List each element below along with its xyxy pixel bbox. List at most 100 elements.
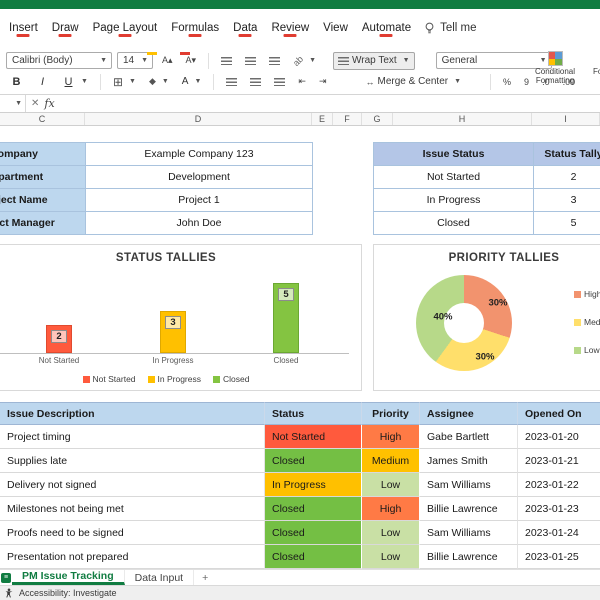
menu-tab-review[interactable]: Review [264, 17, 316, 39]
issue-description-cell[interactable]: Milestones not being met [0, 497, 265, 521]
tally-value-cell[interactable]: 3 [534, 189, 600, 212]
align-right-button[interactable] [270, 73, 289, 91]
issue-opened-on-cell[interactable]: 2023-01-21 [518, 449, 600, 473]
accessibility-status-text[interactable]: Accessibility: Investigate [19, 588, 117, 598]
column-header-G[interactable]: G [362, 113, 393, 125]
issue-status-cell[interactable]: Closed [265, 545, 362, 569]
name-box[interactable]: ▼ [0, 95, 26, 112]
issue-assignee-cell[interactable]: Gabe Bartlett [420, 425, 518, 449]
spreadsheet-grid[interactable]: CompanyExample Company 123DepartmentDeve… [0, 126, 600, 569]
top-align-button[interactable] [217, 52, 236, 70]
align-center-button[interactable] [246, 73, 265, 91]
middle-align-button[interactable] [241, 52, 260, 70]
orientation-button[interactable]: ab ▼ [289, 52, 320, 70]
issue-opened-on-cell[interactable]: 2023-01-25 [518, 545, 600, 569]
issue-status-cell[interactable]: Closed [265, 521, 362, 545]
issue-opened-on-cell[interactable]: 2023-01-20 [518, 425, 600, 449]
insert-function-icon[interactable]: fx [44, 97, 60, 110]
issue-description-cell[interactable]: Supplies late [0, 449, 265, 473]
info-label-cell[interactable]: Project Manager [0, 212, 86, 235]
issue-status-cell[interactable]: In Progress [265, 473, 362, 497]
issue-status-cell[interactable]: Closed [265, 449, 362, 473]
menu-tab-automate[interactable]: Automate [355, 17, 418, 39]
issue-opened-on-cell[interactable]: 2023-01-23 [518, 497, 600, 521]
menu-tab-draw[interactable]: Draw [45, 17, 86, 39]
tally-value-cell[interactable]: Closed [374, 212, 534, 235]
bar-plot-area: 2 Not Started 3 In Progress 5 Closed [0, 245, 361, 390]
issue-priority-cell[interactable]: Low [362, 545, 420, 569]
align-left-button[interactable] [222, 73, 241, 91]
menu-tab-view[interactable]: View [316, 17, 355, 39]
borders-button[interactable]: ⊞ ▼ [109, 73, 140, 91]
column-header-H[interactable]: H [393, 113, 532, 125]
chevron-down-icon: ▼ [129, 78, 136, 85]
issue-opened-on-cell[interactable]: 2023-01-22 [518, 473, 600, 497]
info-label-cell[interactable]: Company [0, 143, 86, 166]
issue-priority-cell[interactable]: Medium [362, 449, 420, 473]
font-color-button[interactable]: A ▼ [178, 52, 206, 91]
merge-center-button[interactable]: ↔ Merge & Center ▼ [362, 73, 466, 91]
info-label-cell[interactable]: Project Name [0, 189, 86, 212]
format-as-table-button[interactable]: Format as Table [583, 51, 600, 85]
tally-value-cell[interactable]: Not Started [374, 166, 534, 189]
sheet-tab-pm-issue-tracking[interactable]: PM Issue Tracking [12, 570, 125, 585]
sheet-list-button[interactable]: ≡ [0, 570, 12, 585]
issue-status-cell[interactable]: Closed [265, 497, 362, 521]
font-name-combobox[interactable]: Calibri (Body) ▼ [6, 52, 112, 69]
issue-description-cell[interactable]: Project timing [0, 425, 265, 449]
issue-priority-cell[interactable]: Low [362, 521, 420, 545]
issue-description-cell[interactable]: Presentation not prepared [0, 545, 265, 569]
info-label-cell[interactable]: Department [0, 166, 86, 189]
menu-tab-insert[interactable]: Insert [2, 17, 45, 39]
menu-tab-page-layout[interactable]: Page Layout [86, 17, 165, 39]
increase-indent-button[interactable]: ⇥ [315, 73, 331, 91]
tally-value-cell[interactable]: 2 [534, 166, 600, 189]
column-header-C[interactable]: C [0, 113, 85, 125]
increase-font-size-button[interactable]: A▴ [158, 52, 177, 70]
issue-assignee-cell[interactable]: Billie Lawrence [420, 497, 518, 521]
issue-description-cell[interactable]: Proofs need to be signed [0, 521, 265, 545]
menu-tab-data[interactable]: Data [226, 17, 264, 39]
info-value-cell[interactable]: John Doe [86, 212, 313, 235]
column-header-E[interactable]: E [312, 113, 333, 125]
issue-assignee-cell[interactable]: Billie Lawrence [420, 545, 518, 569]
status-tallies-bar-chart[interactable]: STATUS TALLIES 2 Not Started 3 In Progress 5… [0, 244, 362, 391]
issue-status-cell[interactable]: Not Started [265, 425, 362, 449]
add-sheet-button[interactable]: + [194, 570, 216, 585]
column-header-D[interactable]: D [85, 113, 312, 125]
issue-opened-on-cell[interactable]: 2023-01-24 [518, 521, 600, 545]
formula-input[interactable] [60, 95, 600, 112]
sheet-tab-data-input[interactable]: Data Input [125, 570, 195, 585]
underline-button[interactable]: U ▼ [58, 73, 92, 91]
issue-priority-cell[interactable]: Low [362, 473, 420, 497]
column-header-I[interactable]: I [532, 113, 600, 125]
info-value-cell[interactable]: Example Company 123 [86, 143, 313, 166]
cancel-icon[interactable]: ✕ [26, 98, 44, 109]
bottom-align-button[interactable] [265, 52, 284, 70]
bold-button[interactable]: B [6, 73, 27, 91]
info-value-cell[interactable]: Development [86, 166, 313, 189]
red-mark [238, 34, 252, 37]
priority-tallies-donut-chart[interactable]: PRIORITY TALLIES High Medium Low 30% 30% 40% [373, 244, 600, 391]
tally-value-cell[interactable]: In Progress [374, 189, 534, 212]
italic-button[interactable]: I [32, 73, 53, 91]
column-header-F[interactable]: F [333, 113, 362, 125]
wrap-text-button[interactable]: Wrap Text ▼ [333, 51, 415, 70]
info-value-cell[interactable]: Project 1 [86, 189, 313, 212]
tally-value-cell[interactable]: 5 [534, 212, 600, 235]
fill-color-button[interactable]: ◆ ▼ [145, 52, 173, 91]
legend-swatch [147, 375, 155, 383]
decrease-indent-button[interactable]: ⇤ [294, 73, 310, 91]
tell-me-button[interactable]: Tell me [424, 22, 477, 35]
issue-priority-cell[interactable]: High [362, 425, 420, 449]
menu-tab-label: Data [233, 22, 258, 34]
issue-assignee-cell[interactable]: James Smith [420, 449, 518, 473]
conditional-formatting-button[interactable]: Conditional Formatting [528, 51, 582, 85]
issue-assignee-cell[interactable]: Sam Williams [420, 521, 518, 545]
issue-description-cell[interactable]: Delivery not signed [0, 473, 265, 497]
menu-tab-formulas[interactable]: Formulas [164, 17, 226, 39]
align-right-icon [274, 77, 286, 86]
percent-style-button[interactable]: % [499, 73, 515, 91]
issue-priority-cell[interactable]: High [362, 497, 420, 521]
issue-assignee-cell[interactable]: Sam Williams [420, 473, 518, 497]
